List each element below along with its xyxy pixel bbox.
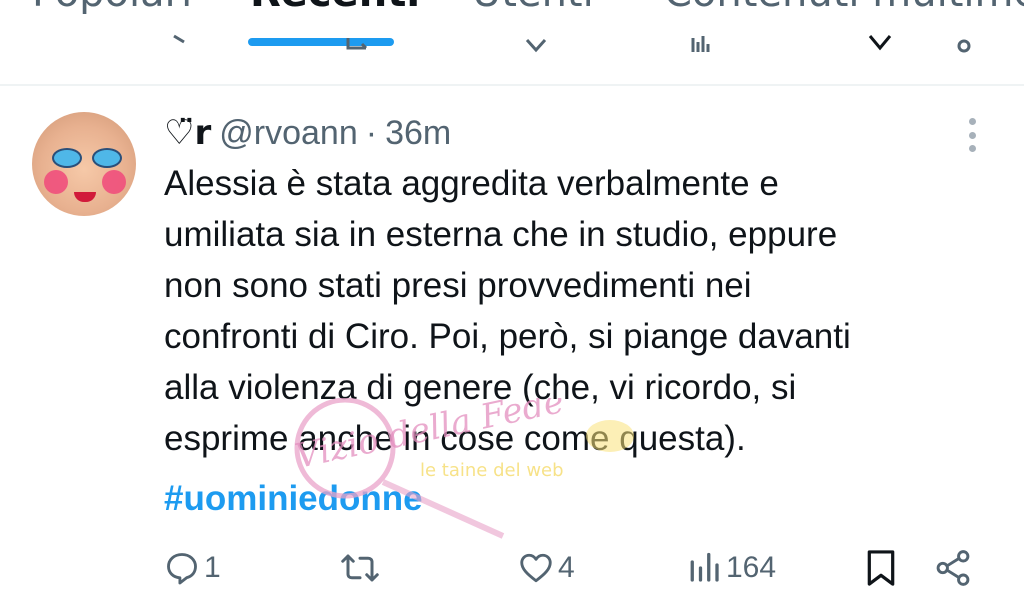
- like-button[interactable]: 4: [518, 544, 575, 592]
- avatar[interactable]: [32, 112, 136, 216]
- retweet-icon: [340, 550, 380, 586]
- tab-recent[interactable]: Recenti: [250, 0, 420, 14]
- tweet-header: ♡̈r @rvoann · 36m: [164, 110, 451, 156]
- tab-media[interactable]: Contenuti multimediali: [664, 0, 1024, 14]
- like-count: 4: [558, 551, 575, 584]
- views-button[interactable]: 164: [688, 544, 776, 592]
- search-tabs: Popolari Recenti Utenti Contenuti multim…: [0, 0, 1024, 14]
- retweet-button[interactable]: [340, 544, 384, 592]
- reply-icon: [164, 550, 200, 586]
- more-vertical-icon[interactable]: [962, 118, 982, 152]
- bookmark-icon: [864, 549, 898, 587]
- user-handle[interactable]: @rvoann: [219, 114, 357, 153]
- reply-count: 1: [204, 551, 221, 584]
- bookmark-icon[interactable]: [868, 34, 892, 56]
- tweet-text: Alessia è stata aggredita verbalmente e …: [164, 164, 851, 458]
- previous-tweet-actions: [0, 30, 1024, 60]
- display-name[interactable]: ♡̈r: [164, 113, 211, 153]
- reply-icon[interactable]: [170, 34, 194, 56]
- views-count: 164: [726, 551, 777, 584]
- separator: ·: [365, 113, 378, 152]
- divider: [0, 84, 1024, 86]
- views-icon: [688, 550, 722, 586]
- reply-button[interactable]: 1: [164, 544, 221, 592]
- views-icon[interactable]: [690, 34, 714, 56]
- heart-icon[interactable]: [524, 34, 548, 56]
- tweet-time[interactable]: 36m: [385, 114, 451, 153]
- tweet-actions: 1 4 164: [0, 544, 1024, 594]
- bookmark-button[interactable]: [864, 544, 898, 592]
- share-icon: [934, 549, 972, 587]
- retweet-icon[interactable]: [346, 34, 370, 56]
- heart-icon: [518, 550, 554, 586]
- hashtag-link[interactable]: #uominiedonne: [164, 473, 423, 524]
- tab-users[interactable]: Utenti: [472, 0, 594, 14]
- tab-popular[interactable]: Popolari: [32, 0, 192, 14]
- share-icon[interactable]: [952, 34, 976, 56]
- share-button[interactable]: [934, 544, 972, 592]
